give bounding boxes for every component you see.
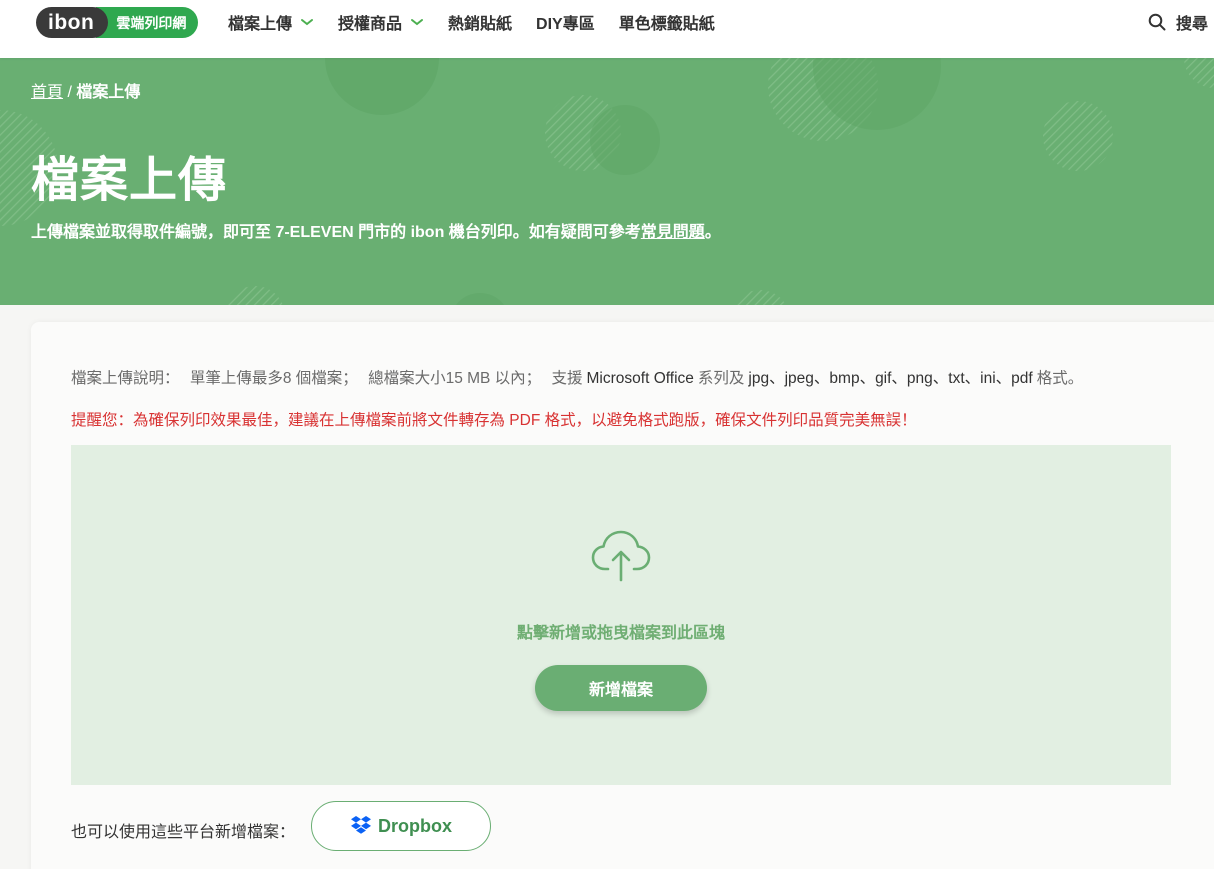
logo-text: ibon: [48, 10, 95, 34]
main-nav: 檔案上傳 授權商品 熱銷貼紙 DIY專區 單色標籤貼紙: [228, 0, 739, 44]
site-logo[interactable]: ibon 雲端列印網: [36, 7, 199, 38]
cloud-upload-icon: [591, 530, 651, 582]
instructions-label: 檔案上傳說明：: [71, 370, 180, 387]
description-suffix: 。: [704, 224, 721, 241]
dropzone-hint: 點擊新增或拖曳檔案到此區塊: [516, 625, 725, 642]
instructions-series: 系列及: [697, 370, 745, 387]
instructions-file-count: 單筆上傳最多8 個檔案；: [189, 370, 358, 387]
breadcrumb-home-link[interactable]: 首頁: [31, 84, 63, 101]
description-text: 上傳檔案並取得取件編號，即可至 7-ELEVEN 門市的 ibon 機台列印。如…: [31, 224, 641, 241]
nav-item-licensed-products[interactable]: 授權商品: [338, 10, 424, 34]
search-icon: [1148, 13, 1166, 31]
breadcrumb: 首頁 / 檔案上傳: [31, 78, 140, 102]
dropbox-button[interactable]: Dropbox: [311, 801, 491, 851]
search-button[interactable]: 搜尋: [1148, 0, 1208, 44]
chevron-down-icon: [301, 19, 314, 26]
file-dropzone[interactable]: 點擊新增或拖曳檔案到此區塊 新增檔案: [71, 445, 1171, 785]
nav-item-label: 檔案上傳: [228, 16, 293, 33]
pdf-reminder: 提醒您：為確保列印效果最佳，建議在上傳檔案前將文件轉存為 PDF 格式，以避免格…: [71, 412, 917, 429]
hero-banner: 首頁 / 檔案上傳 檔案上傳 上傳檔案並取得取件編號，即可至 7-ELEVEN …: [0, 58, 1214, 305]
logo-tagline: 雲端列印網: [96, 7, 199, 38]
breadcrumb-current: 檔案上傳: [76, 84, 141, 101]
nav-item-file-upload[interactable]: 檔案上傳: [228, 10, 314, 34]
page-description: 上傳檔案並取得取件編號，即可至 7-ELEVEN 門市的 ibon 機台列印。如…: [31, 218, 721, 242]
nav-item-diy[interactable]: DIY專區: [536, 10, 595, 34]
instructions-office: Microsoft Office: [586, 370, 694, 387]
nav-item-label: 熱銷貼紙: [448, 16, 513, 33]
faq-link[interactable]: 常見問題: [641, 224, 705, 241]
upload-instructions: 檔案上傳說明： 單筆上傳最多8 個檔案； 總檔案大小15 MB 以內； 支援 Mi…: [71, 366, 1089, 388]
logo-ibon-wordmark: ibon: [36, 7, 109, 38]
instructions-support: 支援: [551, 370, 583, 387]
nav-item-hot-stickers[interactable]: 熱銷貼紙: [448, 10, 512, 34]
nav-item-label: DIY專區: [536, 16, 595, 33]
instructions-suffix: 格式。: [1036, 370, 1084, 387]
nav-item-mono-label-stickers[interactable]: 單色標籤貼紙: [619, 10, 715, 34]
chevron-down-icon: [411, 19, 424, 26]
instructions-extensions: jpg、jpeg、bmp、gif、png、txt、ini、pdf: [748, 370, 1033, 387]
add-file-button[interactable]: 新增檔案: [535, 665, 707, 711]
dropbox-icon: [351, 816, 371, 834]
nav-item-label: 授權商品: [338, 16, 403, 33]
page-title: 檔案上傳: [31, 154, 228, 207]
breadcrumb-separator: /: [67, 84, 72, 101]
nav-item-label: 單色標籤貼紙: [618, 16, 715, 33]
instructions-file-size: 總檔案大小15 MB 以內；: [368, 370, 542, 387]
upload-card: 檔案上傳說明： 單筆上傳最多8 個檔案； 總檔案大小15 MB 以內； 支援 Mi…: [31, 322, 1214, 869]
top-navbar: ibon 雲端列印網 檔案上傳 授權商品 熱銷貼紙 DIY專區 單色標籤貼紙 搜…: [0, 0, 1214, 58]
search-label: 搜尋: [1175, 16, 1208, 33]
platform-label: 也可以使用這些平台新增檔案：: [71, 824, 296, 841]
dropbox-label: Dropbox: [378, 815, 452, 836]
